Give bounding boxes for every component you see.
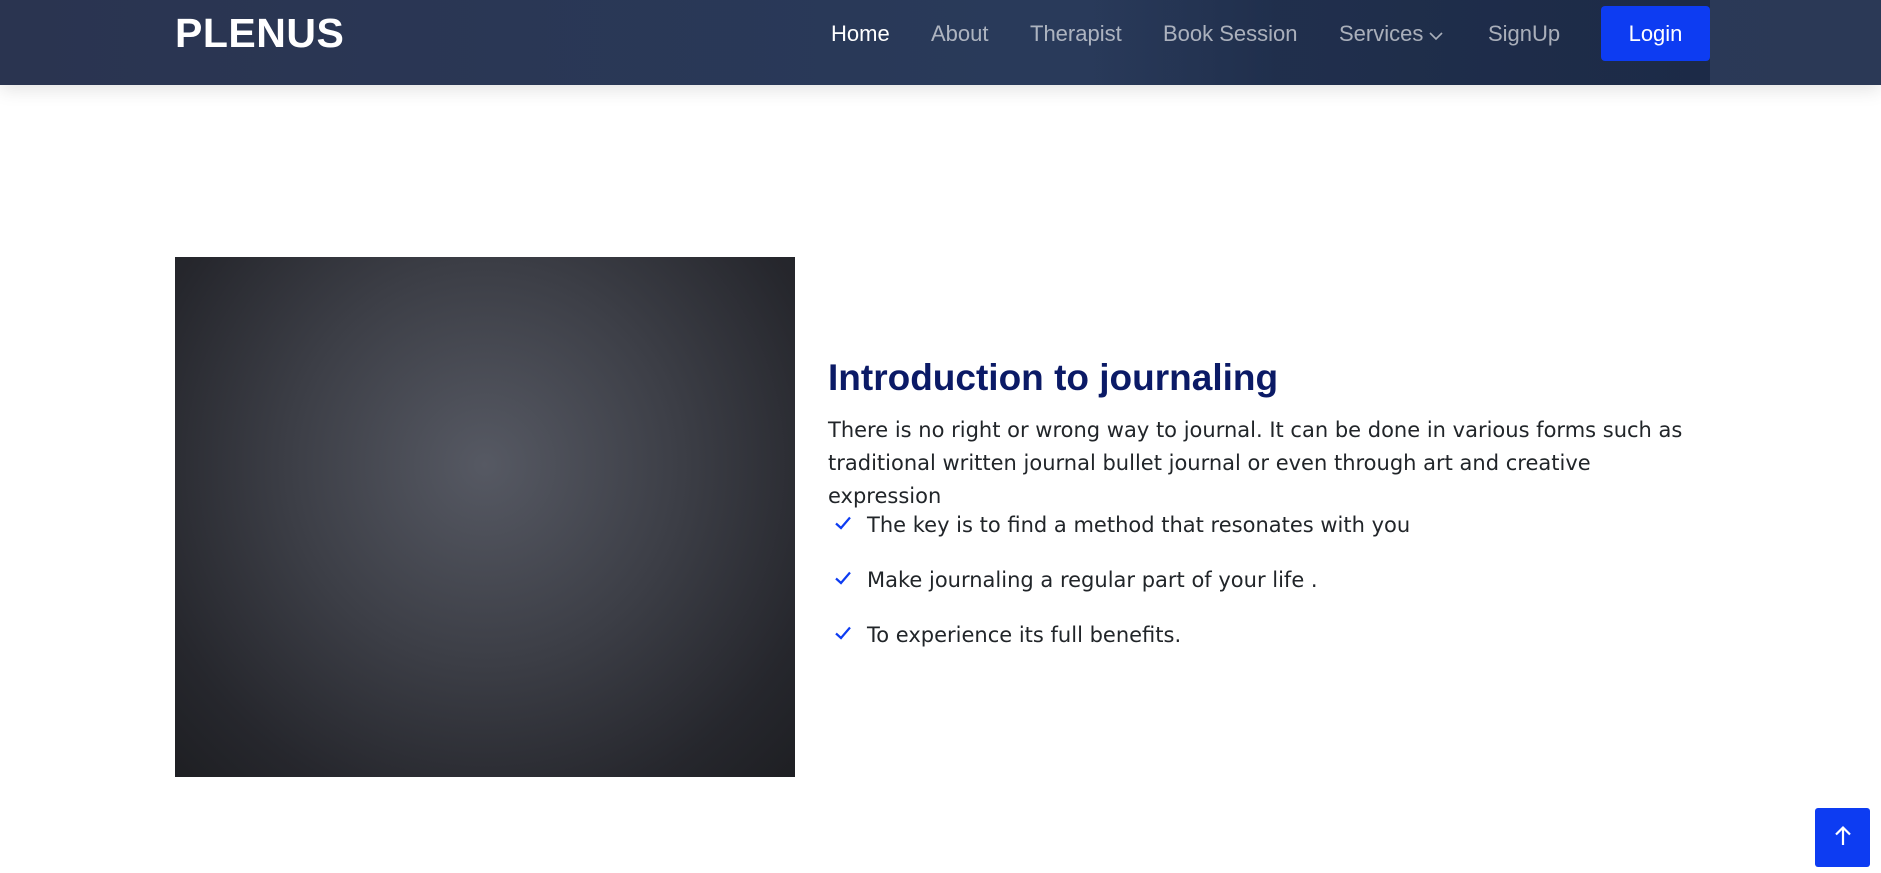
list-item: Make journaling a regular part of your l… [828, 563, 1410, 618]
chevron-down-icon [1429, 21, 1443, 47]
nav-link-signup[interactable]: SignUp [1488, 21, 1560, 47]
nav-link-services[interactable]: Services [1339, 21, 1443, 47]
section-lead-text: There is no right or wrong way to journa… [828, 418, 1683, 508]
nav-link-about[interactable]: About [931, 21, 989, 47]
nav-link-book-session[interactable]: Book Session [1163, 21, 1298, 47]
list-item-text: To experience its full benefits. [867, 623, 1182, 647]
site-logo[interactable]: PLENUS [175, 10, 344, 57]
arrow-up-icon [1833, 825, 1853, 851]
back-to-top-button[interactable] [1815, 808, 1870, 867]
benefits-checklist: The key is to find a method that resonat… [828, 508, 1410, 673]
list-item: The key is to find a method that resonat… [828, 508, 1410, 563]
list-item-text: Make journaling a regular part of your l… [867, 568, 1318, 592]
check-icon [834, 514, 852, 532]
section-title: Introduction to journaling [828, 357, 1279, 398]
list-item: To experience its full benefits. [828, 618, 1410, 673]
about-image [175, 257, 795, 777]
list-item-text: The key is to find a method that resonat… [867, 513, 1411, 537]
nav-link-home[interactable]: Home [831, 21, 890, 47]
login-button[interactable]: Login [1601, 6, 1710, 61]
nav-link-therapist[interactable]: Therapist [1030, 21, 1122, 47]
check-icon [834, 569, 852, 587]
check-icon [834, 624, 852, 642]
nav-link-services-label: Services [1339, 21, 1424, 46]
site-header: PLENUS Home About Therapist Book Session… [0, 0, 1881, 85]
